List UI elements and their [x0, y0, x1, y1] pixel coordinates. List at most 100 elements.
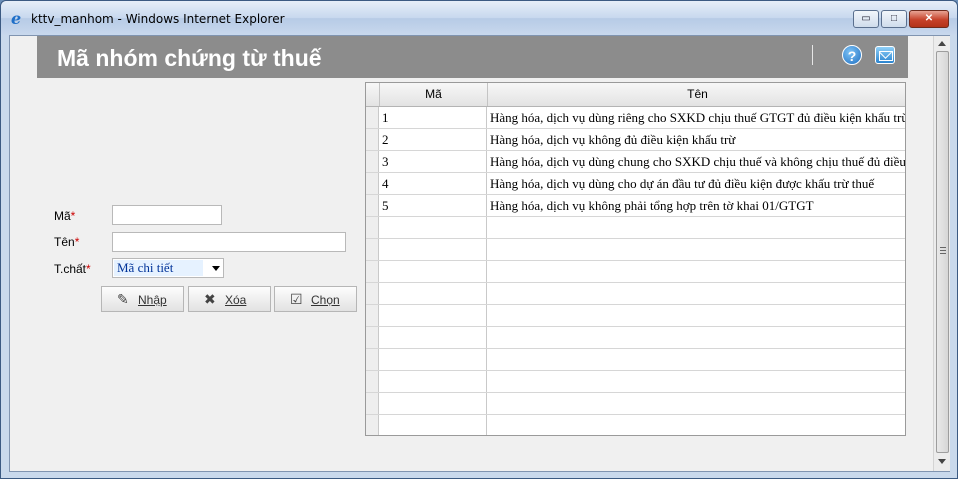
ten-input[interactable] — [112, 232, 346, 252]
cell-ma: 4 — [380, 173, 487, 194]
cell-ten — [488, 327, 905, 348]
table-row[interactable] — [366, 305, 905, 327]
grip-icon — [940, 247, 946, 254]
data-grid: Mã Tên 1 Hàng hóa, dịch vụ dùng riêng cho… — [365, 82, 906, 436]
cell-ma — [380, 371, 487, 392]
cell-ten: Hàng hóa, dịch vụ không đủ điều kiện khấ… — [490, 132, 736, 147]
tchat-select[interactable]: Mã chi tiết — [112, 258, 224, 278]
cell-ma — [380, 305, 487, 326]
table-row[interactable]: 3 Hàng hóa, dịch vụ dùng chung cho SXKD c… — [366, 151, 905, 173]
page-header: Mã nhóm chứng từ thuế ? — [37, 36, 908, 78]
cell-ten: Hàng hóa, dịch vụ dùng cho dự án đầu tư … — [490, 176, 875, 191]
row-header[interactable] — [366, 283, 379, 304]
xoa-button[interactable]: ✖ Xóa — [188, 286, 271, 312]
nhap-button[interactable]: ✎ Nhập — [101, 286, 184, 312]
row-header[interactable] — [366, 371, 379, 392]
table-row[interactable]: 2 Hàng hóa, dịch vụ không đủ điều kiện kh… — [366, 129, 905, 151]
cell-ma: 2 — [380, 129, 487, 150]
row-header[interactable] — [366, 217, 379, 238]
table-row[interactable] — [366, 349, 905, 371]
cell-ma — [380, 261, 487, 282]
edit-icon: ✎ — [117, 291, 129, 307]
chon-button[interactable]: ☑ Chọn — [274, 286, 357, 312]
ie-logo-icon: e — [11, 9, 22, 28]
row-header[interactable] — [366, 195, 379, 216]
cell-ten — [488, 393, 905, 414]
row-header[interactable] — [366, 261, 379, 282]
table-row[interactable] — [366, 327, 905, 349]
required-mark: * — [70, 209, 76, 223]
cell-ten — [488, 371, 905, 392]
cell-ma — [380, 349, 487, 370]
table-row[interactable] — [366, 415, 905, 435]
table-row[interactable] — [366, 261, 905, 283]
table-row[interactable] — [366, 239, 905, 261]
cell-ten: Hàng hóa, dịch vụ dùng riêng cho SXKD ch… — [490, 110, 906, 125]
page-title: Mã nhóm chứng từ thuế — [57, 45, 322, 71]
row-header-corner — [366, 83, 380, 106]
cell-ma — [380, 393, 487, 414]
row-header[interactable] — [366, 151, 379, 172]
page-content: Mã nhóm chứng từ thuế ? Mã* Tên* T.chất*… — [9, 35, 950, 472]
tchat-selected-value: Mã chi tiết — [114, 260, 203, 276]
row-header[interactable] — [366, 415, 379, 435]
row-header[interactable] — [366, 349, 379, 370]
scroll-up-icon[interactable] — [938, 41, 946, 46]
row-header[interactable] — [366, 305, 379, 326]
table-row[interactable] — [366, 393, 905, 415]
row-header[interactable] — [366, 327, 379, 348]
maximize-button[interactable]: □ — [881, 10, 907, 28]
cell-ma: 5 — [380, 195, 487, 216]
table-row[interactable] — [366, 371, 905, 393]
cell-ten — [488, 305, 905, 326]
table-row[interactable]: 5 Hàng hóa, dịch vụ không phải tổng hợp t… — [366, 195, 905, 217]
table-row[interactable] — [366, 283, 905, 305]
xoa-label: Xóa — [225, 293, 247, 307]
cell-ten — [488, 349, 905, 370]
close-button[interactable]: ✕ — [909, 10, 949, 28]
grid-header: Mã Tên — [366, 83, 905, 107]
window-title: kttv_manhom - Windows Internet Explorer — [31, 12, 285, 26]
cell-ma — [380, 217, 487, 238]
nhap-label: Nhập — [138, 293, 167, 307]
row-header[interactable] — [366, 173, 379, 194]
cell-ma: 1 — [380, 107, 487, 128]
table-row[interactable]: 1 Hàng hóa, dịch vụ dùng riêng cho SXKD c… — [366, 107, 905, 129]
mail-icon[interactable] — [875, 46, 895, 64]
row-header[interactable] — [366, 239, 379, 260]
delete-icon: ✖ — [204, 291, 216, 307]
column-header-ma[interactable]: Mã — [380, 83, 488, 106]
ma-input[interactable] — [112, 205, 222, 225]
chon-label: Chọn — [311, 293, 340, 307]
cell-ma — [380, 239, 487, 260]
scroll-thumb[interactable] — [936, 51, 949, 453]
minimize-button[interactable]: ▭ — [853, 10, 879, 28]
required-mark: * — [86, 262, 91, 276]
title-bar[interactable]: e kttv_manhom - Windows Internet Explore… — [1, 1, 957, 35]
cell-ma — [380, 327, 487, 348]
row-header[interactable] — [366, 393, 379, 414]
cell-ten: Hàng hóa, dịch vụ không phải tổng hợp tr… — [490, 198, 814, 213]
ma-label: Mã* — [54, 209, 76, 223]
cell-ten — [488, 239, 905, 260]
browser-window: e kttv_manhom - Windows Internet Explore… — [0, 0, 958, 479]
cell-ten — [488, 217, 905, 238]
cell-ma — [380, 283, 487, 304]
column-header-ten[interactable]: Tên — [488, 83, 905, 106]
cell-ten — [488, 261, 905, 282]
header-divider — [812, 45, 813, 65]
cell-ma — [380, 415, 487, 435]
scroll-down-icon[interactable] — [938, 459, 946, 464]
required-mark: * — [74, 235, 80, 249]
dropdown-arrow-icon — [212, 266, 220, 271]
table-row[interactable] — [366, 217, 905, 239]
row-header[interactable] — [366, 107, 379, 128]
table-row[interactable]: 4 Hàng hóa, dịch vụ dùng cho dự án đầu tư… — [366, 173, 905, 195]
cell-ten — [488, 415, 905, 435]
vertical-scrollbar[interactable] — [933, 36, 950, 471]
row-header[interactable] — [366, 129, 379, 150]
ten-label: Tên* — [54, 235, 80, 249]
tchat-label: T.chất* — [54, 262, 91, 276]
help-icon[interactable]: ? — [842, 45, 862, 65]
cell-ma: 3 — [380, 151, 487, 172]
